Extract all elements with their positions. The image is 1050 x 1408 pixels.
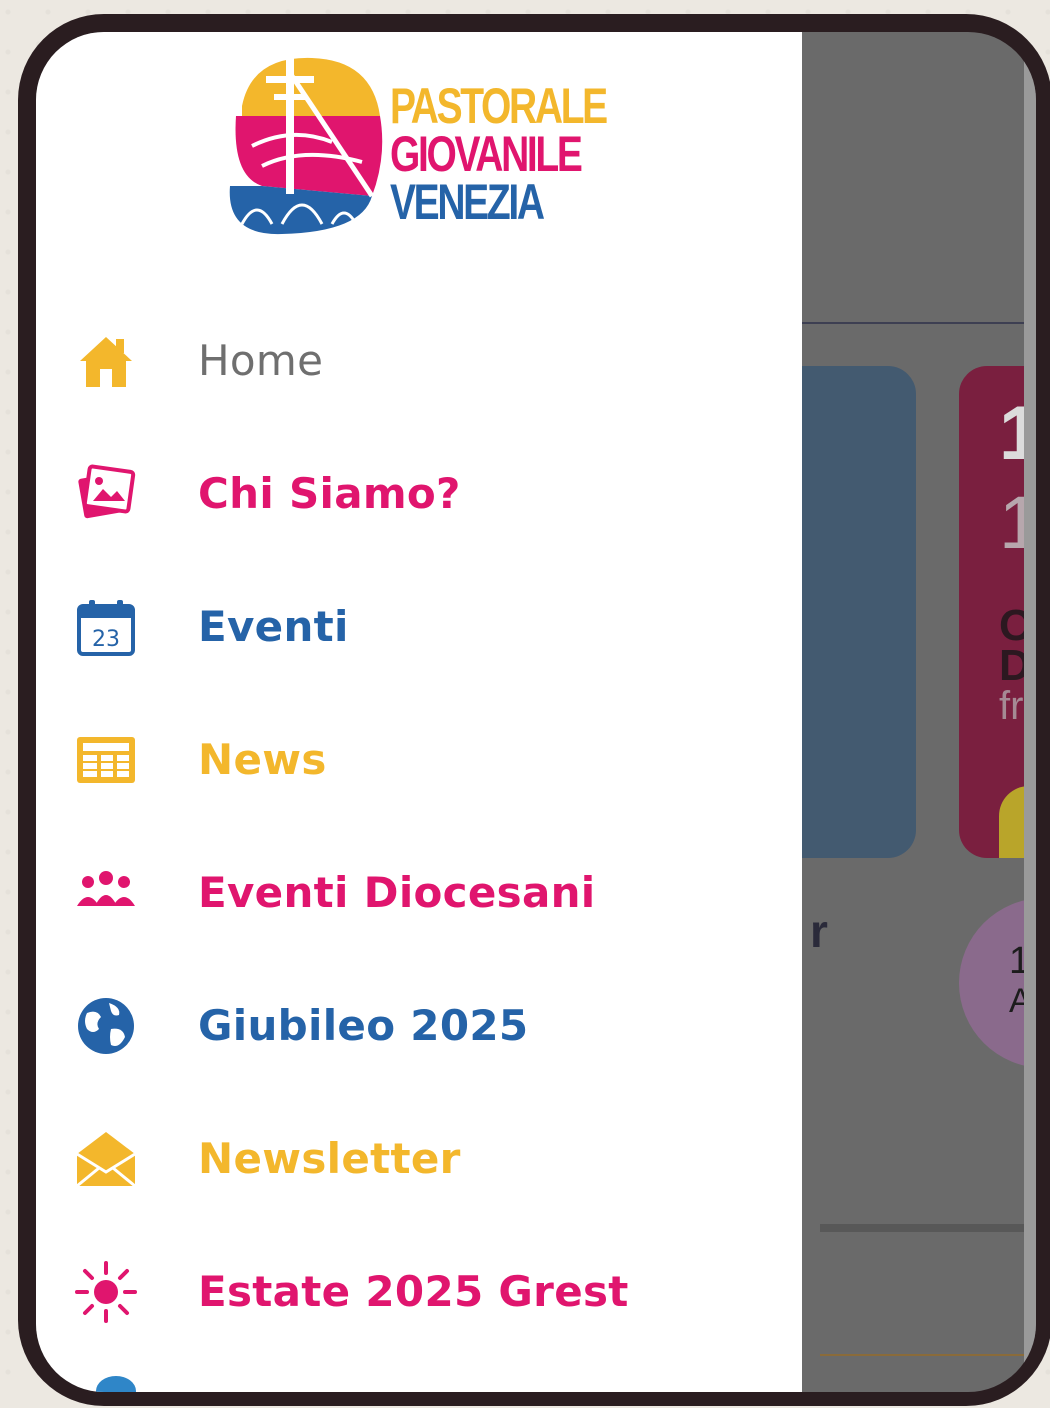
- menu-item-estate-2025-grest[interactable]: Estate 2025 Grest: [36, 1225, 802, 1358]
- menu-item-label: Home: [198, 336, 324, 385]
- section-title-fragment: r: [810, 905, 828, 957]
- navigation-drawer: PASTORALE GIOVANILE VENEZIA Home Chi Sia…: [36, 32, 802, 1392]
- drawer-menu: Home Chi Siamo? 23 Eventi News Eventi Di…: [36, 294, 802, 1358]
- photos-icon: [74, 462, 138, 526]
- bottom-divider: [820, 1224, 1036, 1232]
- next-menu-item-icon: [96, 1376, 136, 1392]
- menu-item-label: Eventi: [198, 602, 349, 651]
- menu-item-home[interactable]: Home: [36, 294, 802, 427]
- menu-item-newsletter[interactable]: Newsletter: [36, 1092, 802, 1225]
- envelope-icon: [74, 1127, 138, 1191]
- menu-item-chi-siamo[interactable]: Chi Siamo?: [36, 427, 802, 560]
- menu-item-label: Chi Siamo?: [198, 469, 461, 518]
- calendar-icon: 23: [74, 595, 138, 659]
- screen: 1 19 OS DE fro r 11 AP: [36, 32, 1036, 1392]
- brand-line1: PASTORALE: [390, 78, 608, 134]
- group-icon: [74, 861, 138, 925]
- bottom-accent-line: [820, 1354, 1036, 1356]
- logo-emblem-icon: [229, 54, 383, 235]
- menu-item-label: News: [198, 735, 327, 784]
- globe-icon: [74, 994, 138, 1058]
- brand-logo[interactable]: PASTORALE GIOVANILE VENEZIA: [222, 46, 652, 236]
- menu-item-label: Newsletter: [198, 1134, 461, 1183]
- sun-icon: [74, 1260, 138, 1324]
- brand-name: PASTORALE GIOVANILE VENEZIA: [390, 78, 608, 230]
- phone-frame: 1 19 OS DE fro r 11 AP: [18, 14, 1050, 1406]
- home-icon: [74, 329, 138, 393]
- menu-item-giubileo-2025[interactable]: Giubileo 2025: [36, 959, 802, 1092]
- newspaper-icon: [74, 728, 138, 792]
- menu-item-eventi-diocesani[interactable]: Eventi Diocesani: [36, 826, 802, 959]
- menu-item-label: Estate 2025 Grest: [198, 1267, 629, 1316]
- menu-item-label: Giubileo 2025: [198, 1001, 529, 1050]
- scroll-edge: [1024, 32, 1036, 1392]
- calendar-day-text: 23: [92, 627, 120, 652]
- brand-line3: VENEZIA: [390, 174, 545, 230]
- menu-item-news[interactable]: News: [36, 693, 802, 826]
- menu-item-label: Eventi Diocesani: [198, 868, 596, 917]
- menu-item-eventi[interactable]: 23 Eventi: [36, 560, 802, 693]
- brand-line2: GIOVANILE: [390, 126, 583, 182]
